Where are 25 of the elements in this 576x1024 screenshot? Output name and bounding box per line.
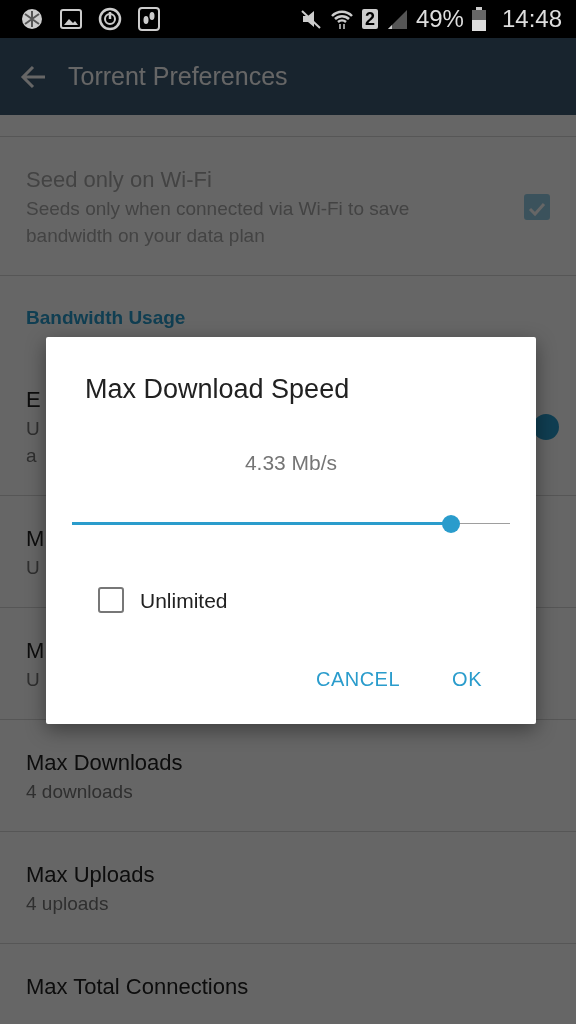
dialog-title: Max Download Speed xyxy=(84,373,351,406)
setting-title: E xyxy=(26,385,41,414)
setting-title: M xyxy=(26,524,45,553)
setting-title: Max Uploads xyxy=(26,860,155,889)
setting-title: M xyxy=(26,636,45,665)
footprints-icon xyxy=(138,7,160,31)
checkbox-label: Unlimited xyxy=(140,587,228,614)
power-ring-icon xyxy=(98,7,122,31)
clock: 14:48 xyxy=(501,7,562,31)
dialog-button[interactable]: CANCEL xyxy=(301,656,415,702)
section-header: Bandwidth Usage xyxy=(25,306,187,330)
setting-title: Max Total Connections xyxy=(26,972,249,1001)
mute-icon xyxy=(299,8,322,30)
back-arrow-icon xyxy=(20,64,46,89)
battery-percent: 49% xyxy=(415,7,464,31)
speed-reading: 4.33 Mb/s xyxy=(243,450,339,476)
battery-icon xyxy=(471,7,486,31)
wifi-icon xyxy=(329,8,354,30)
setting-title: Max Downloads xyxy=(26,748,183,777)
dialog-button[interactable]: OK xyxy=(438,656,496,702)
image-icon xyxy=(60,9,82,29)
sim-slot-label: 2 xyxy=(361,9,378,29)
screen-title: Torrent Preferences xyxy=(68,60,288,92)
checkbox[interactable] xyxy=(98,587,124,614)
compass-icon xyxy=(20,7,44,31)
